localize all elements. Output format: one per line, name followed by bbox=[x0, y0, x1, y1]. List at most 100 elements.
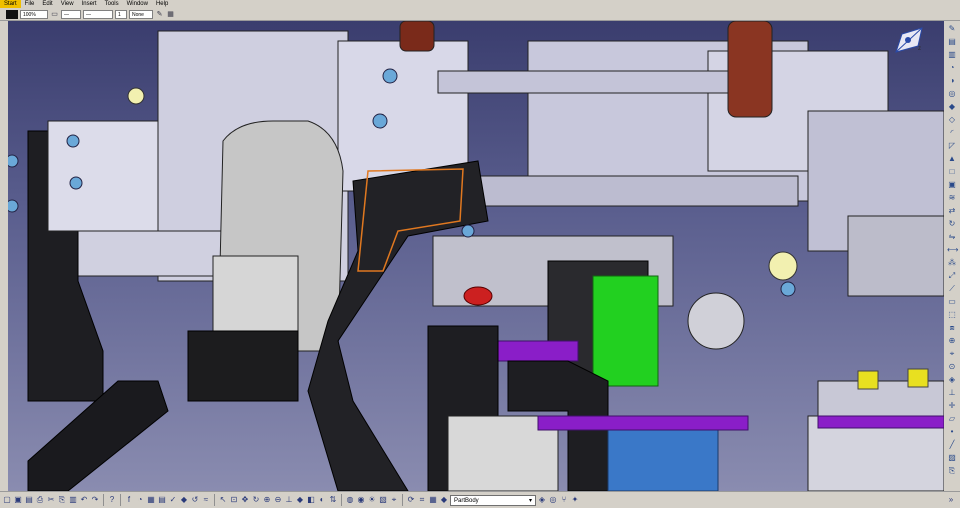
measure-bottom-icon[interactable]: ⌖ bbox=[389, 494, 399, 506]
mirror-icon[interactable]: ⟷ bbox=[947, 245, 958, 255]
law-icon[interactable]: ≈ bbox=[201, 494, 211, 506]
part-body-icon[interactable]: ◆ bbox=[439, 494, 449, 506]
hole-icon[interactable]: ◎ bbox=[947, 89, 957, 99]
transparency-icon[interactable]: ▭ bbox=[50, 10, 59, 19]
inertia-icon[interactable]: ⊙ bbox=[947, 362, 957, 372]
measure-icon[interactable]: ⌖ bbox=[947, 349, 957, 359]
menu-file[interactable]: File bbox=[21, 0, 39, 8]
line-icon[interactable]: ╱ bbox=[947, 440, 957, 450]
zoom-select[interactable]: 100% bbox=[20, 9, 48, 19]
select-icon[interactable]: ↖ bbox=[218, 494, 228, 506]
menu-tools[interactable]: Tools bbox=[101, 0, 123, 8]
pad-icon[interactable]: ▤ bbox=[947, 37, 957, 47]
catalog-icon[interactable]: ▦ bbox=[146, 494, 156, 506]
save-icon[interactable]: ▤ bbox=[24, 494, 34, 506]
update-icon[interactable]: ⟳ bbox=[406, 494, 416, 506]
analysis-icon[interactable]: ◈ bbox=[947, 375, 957, 385]
hide-show-icon[interactable]: ◐ bbox=[317, 494, 327, 506]
section-icon[interactable]: ▧ bbox=[378, 494, 388, 506]
plane-icon[interactable]: ▱ bbox=[947, 414, 957, 424]
menu-window[interactable]: Window bbox=[123, 0, 152, 8]
zoom-in-icon[interactable]: ⊕ bbox=[262, 494, 272, 506]
print-icon[interactable]: ⎙ bbox=[35, 494, 45, 506]
draft-icon[interactable]: ▲ bbox=[947, 154, 957, 164]
sketch-icon[interactable]: ✎ bbox=[947, 24, 957, 34]
undo-icon[interactable]: ↶ bbox=[79, 494, 89, 506]
thickness-icon[interactable]: ▣ bbox=[947, 180, 957, 190]
scale-icon[interactable]: ⤢ bbox=[947, 271, 957, 281]
publish-icon[interactable]: ⎘ bbox=[947, 466, 957, 476]
iso-view-icon[interactable]: ◆ bbox=[295, 494, 305, 506]
fillet-icon[interactable]: ◜ bbox=[947, 128, 957, 138]
axis-icon[interactable]: ✛ bbox=[947, 401, 957, 411]
layer-select[interactable]: None bbox=[129, 9, 153, 19]
scan-icon[interactable]: ◎ bbox=[548, 494, 558, 506]
properties-icon[interactable]: ▦ bbox=[166, 10, 175, 19]
formula-icon[interactable]: f bbox=[124, 494, 134, 506]
expand-icon[interactable]: » bbox=[946, 494, 956, 506]
constraint-icon[interactable]: ⊥ bbox=[947, 388, 957, 398]
table-icon[interactable]: ▤ bbox=[157, 494, 167, 506]
symmetry-icon[interactable]: ⇋ bbox=[947, 232, 957, 242]
rib-icon[interactable]: ◆ bbox=[947, 102, 957, 112]
parent-child-icon[interactable]: ⑂ bbox=[559, 494, 569, 506]
groove-icon[interactable]: ◑ bbox=[947, 76, 957, 86]
normal-view-icon[interactable]: ⊥ bbox=[284, 494, 294, 506]
menu-start[interactable]: Start bbox=[0, 0, 21, 8]
reaction-icon[interactable]: ◆ bbox=[179, 494, 189, 506]
boolean-icon[interactable]: ⊕ bbox=[947, 336, 957, 346]
redo-icon[interactable]: ↷ bbox=[90, 494, 100, 506]
snap-icon[interactable]: ⌗ bbox=[417, 494, 427, 506]
paste-icon[interactable]: ▥ bbox=[68, 494, 78, 506]
3d-viewport[interactable]: z bbox=[8, 21, 944, 491]
sew-surface-icon[interactable]: ⧈ bbox=[947, 323, 957, 333]
translate-icon[interactable]: ⇄ bbox=[947, 206, 957, 216]
shading-icon[interactable]: ◧ bbox=[306, 494, 316, 506]
loop-icon[interactable]: ↺ bbox=[190, 494, 200, 506]
slot-icon[interactable]: ◇ bbox=[947, 115, 957, 125]
separator bbox=[341, 494, 342, 506]
shell-icon[interactable]: □ bbox=[947, 167, 957, 177]
rotate-view-icon[interactable]: ↻ bbox=[251, 494, 261, 506]
swap-space-icon[interactable]: ⇅ bbox=[328, 494, 338, 506]
open-icon[interactable]: ▣ bbox=[13, 494, 23, 506]
compass-tool-icon[interactable]: ✦ bbox=[570, 494, 580, 506]
menu-view[interactable]: View bbox=[57, 0, 78, 8]
lighting-icon[interactable]: ☀ bbox=[367, 494, 377, 506]
thick-surface-icon[interactable]: ▭ bbox=[947, 297, 957, 307]
format-painter-icon[interactable]: ✎ bbox=[155, 10, 164, 19]
grid-icon[interactable]: ▦ bbox=[428, 494, 438, 506]
part-body-select[interactable]: PartBody ▾ bbox=[450, 494, 536, 506]
help-icon[interactable]: ? bbox=[107, 494, 117, 506]
bottom-toolbar: ▢ ▣ ▤ ⎙ ✂ ⎘ ▥ ↶ ↷ ? f ◔ ▦ ▤ ✓ ◆ ↺ ≈ ↖ ⊡ … bbox=[0, 491, 960, 508]
chamfer-icon[interactable]: ◸ bbox=[947, 141, 957, 151]
apply-material-icon[interactable]: ▨ bbox=[947, 453, 957, 463]
menu-insert[interactable]: Insert bbox=[78, 0, 101, 8]
color-swatch-icon[interactable] bbox=[6, 9, 18, 19]
close-surface-icon[interactable]: ⬚ bbox=[947, 310, 957, 320]
material-icon[interactable]: ◍ bbox=[345, 494, 355, 506]
thread-icon[interactable]: ≋ bbox=[947, 193, 957, 203]
point-icon[interactable]: • bbox=[947, 427, 957, 437]
zoom-out-icon[interactable]: ⊖ bbox=[273, 494, 283, 506]
new-icon[interactable]: ▢ bbox=[2, 494, 12, 506]
copy-icon[interactable]: ⎘ bbox=[57, 494, 67, 506]
split-icon[interactable]: ⟋ bbox=[947, 284, 957, 294]
lineweight-select[interactable]: — bbox=[83, 9, 113, 19]
cut-icon[interactable]: ✂ bbox=[46, 494, 56, 506]
menu-help[interactable]: Help bbox=[152, 0, 172, 8]
render-icon[interactable]: ◉ bbox=[356, 494, 366, 506]
pan-icon[interactable]: ✥ bbox=[240, 494, 250, 506]
linetype-select[interactable]: — bbox=[61, 9, 81, 19]
compass-icon[interactable]: z bbox=[888, 22, 930, 58]
menu-edit[interactable]: Edit bbox=[38, 0, 56, 8]
pattern-icon[interactable]: ⁂ bbox=[947, 258, 957, 268]
shaft-icon[interactable]: ◔ bbox=[947, 63, 957, 73]
pocket-icon[interactable]: ▥ bbox=[947, 50, 957, 60]
check-icon[interactable]: ✓ bbox=[168, 494, 178, 506]
knowledge-icon[interactable]: ◔ bbox=[135, 494, 145, 506]
line-number-select[interactable]: 1 bbox=[115, 9, 127, 19]
rotate-icon[interactable]: ↻ bbox=[947, 219, 957, 229]
define-work-object-icon[interactable]: ◈ bbox=[537, 494, 547, 506]
fit-all-icon[interactable]: ⊡ bbox=[229, 494, 239, 506]
